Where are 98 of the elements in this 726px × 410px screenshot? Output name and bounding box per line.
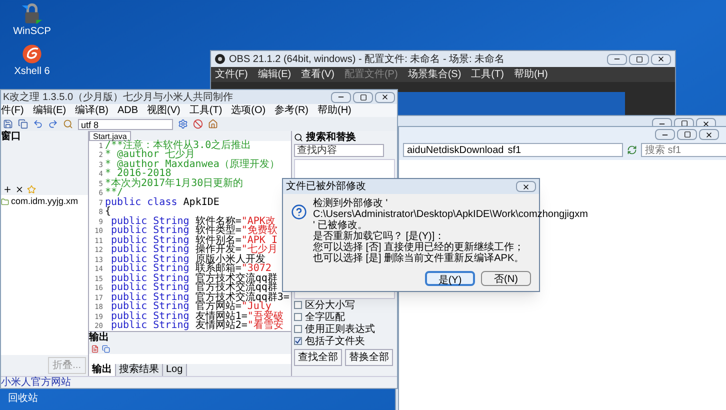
code-line: public String 友情网站2="看雪安 bbox=[110, 321, 284, 332]
code-comment: *本次为2017年1月30日更新的 bbox=[105, 178, 244, 189]
menu-item[interactable]: 帮助(H) bbox=[514, 67, 548, 82]
dialog-button[interactable]: 否(N) bbox=[481, 271, 531, 286]
search-icon[interactable] bbox=[63, 119, 73, 129]
dialog-message: C:\Users\Administrator\Desktop\ApkIDE\Work\comzhongjigxm bbox=[313, 209, 588, 220]
close-button[interactable] bbox=[516, 181, 536, 192]
code-line: { bbox=[105, 207, 112, 218]
checkbox-label: 包括子文件夹 bbox=[305, 334, 365, 348]
maximize-button[interactable] bbox=[353, 92, 373, 102]
document-icon[interactable] bbox=[91, 345, 99, 353]
delete-icon[interactable] bbox=[15, 184, 24, 194]
checkbox[interactable] bbox=[294, 313, 302, 321]
maximize-icon bbox=[360, 94, 366, 100]
stop-icon[interactable] bbox=[193, 119, 203, 129]
search-field[interactable]: 搜索 sf1 bbox=[641, 143, 726, 157]
search-action-button[interactable]: 替换全部 bbox=[345, 349, 393, 366]
code-comment: * @author 七少月 bbox=[105, 150, 196, 160]
checkbox-label: 全字匹配 bbox=[305, 310, 345, 324]
home-icon[interactable] bbox=[208, 119, 218, 129]
code-line: public class ApkIDE bbox=[105, 198, 220, 208]
folder-icon bbox=[1, 198, 9, 206]
window-title: OBS 21.1.2 (64bit, windows) - 配置文件: 未命名 - 场景: 未命名 bbox=[229, 52, 506, 66]
code-line: public String 原版小米人开发 bbox=[110, 254, 266, 265]
close-icon bbox=[657, 55, 665, 63]
menu-item[interactable]: 编译(B) bbox=[75, 103, 108, 118]
dialog-message: 也可以选择 [是] 删除当前文件重新反编译APK。 bbox=[313, 253, 526, 264]
panel-tab[interactable]: 搜索结果 bbox=[116, 364, 163, 376]
settings-icon[interactable] bbox=[178, 119, 188, 129]
panel-tab[interactable]: 输出 bbox=[89, 364, 116, 376]
panel-title: 输出 bbox=[89, 332, 110, 344]
menu-item[interactable]: 帮助(H) bbox=[318, 103, 352, 118]
editor-tab[interactable]: Start.java bbox=[89, 131, 131, 141]
save-icon[interactable] bbox=[3, 119, 13, 129]
close-icon bbox=[381, 93, 389, 101]
star-icon[interactable] bbox=[27, 184, 36, 194]
dialog-message: 您可以选择 [否] 直接使用已经的更新继续工作； bbox=[313, 242, 526, 253]
minimize-button[interactable] bbox=[607, 54, 627, 64]
panel-tab[interactable]: Log bbox=[163, 364, 187, 376]
menu-item[interactable]: 选项(O) bbox=[231, 103, 266, 118]
close-button[interactable] bbox=[699, 129, 719, 140]
spiral-shell-icon[interactable] bbox=[21, 43, 43, 65]
menu-item[interactable]: 编辑(E) bbox=[32, 103, 66, 118]
status-link[interactable]: 小米人官方网站 bbox=[1, 375, 71, 390]
dialog-button[interactable]: 是(Y) bbox=[425, 271, 475, 286]
dialog-message: 是否重新加载它吗？ [是(Y)]： bbox=[313, 231, 446, 242]
maximize-button[interactable] bbox=[677, 129, 697, 140]
menu-item[interactable]: ADB bbox=[117, 103, 138, 118]
close-icon bbox=[705, 130, 713, 138]
checkbox[interactable] bbox=[294, 325, 302, 333]
code-comment: **/ bbox=[105, 188, 124, 198]
padlock-icon[interactable] bbox=[21, 3, 43, 25]
app-logo-icon bbox=[215, 54, 225, 64]
path-segment[interactable]: sf1 bbox=[508, 142, 522, 158]
menu-item[interactable]: 工具(T) bbox=[471, 67, 504, 82]
desktop-icon-label: Xshell 6 bbox=[14, 66, 50, 77]
code-comment: * @author Maxdanwea（原理开发） bbox=[105, 160, 280, 170]
dialog-message: 检测到外部修改 ' bbox=[313, 198, 389, 209]
redo-icon[interactable] bbox=[48, 119, 58, 129]
menu-item[interactable]: 视图(V) bbox=[147, 103, 180, 118]
menu-item[interactable]: 参考(R) bbox=[274, 103, 308, 118]
menu-item[interactable]: 文件(F) bbox=[215, 67, 248, 82]
checkbox[interactable] bbox=[294, 337, 302, 345]
close-icon bbox=[702, 120, 710, 128]
desktop-icon-label: WinSCP bbox=[13, 26, 51, 37]
dialog-title: 文件已被外部修改 bbox=[286, 180, 367, 194]
copy-icon[interactable] bbox=[102, 345, 110, 353]
question-icon bbox=[291, 204, 307, 220]
path-segment[interactable]: aiduNetdiskDownload bbox=[407, 142, 504, 158]
window-title: K改之理 1.3.5.0（少月版）七少月与小米人共同制作 bbox=[3, 90, 234, 104]
maximize-button[interactable] bbox=[629, 54, 649, 64]
checkbox-label: 区分大小写 bbox=[305, 298, 355, 312]
menu-item[interactable]: 工具(T) bbox=[189, 103, 222, 118]
copy-icon[interactable] bbox=[18, 119, 28, 129]
desktop-icon-label: 回收站 bbox=[8, 392, 38, 406]
checkbox-label: 使用正则表达式 bbox=[305, 322, 375, 336]
address-bar[interactable]: aiduNetdiskDownload sf1 bbox=[403, 143, 623, 157]
menu-item[interactable]: 件(F) bbox=[1, 103, 24, 118]
code-line: public String 软件类型="免费软 bbox=[110, 226, 278, 236]
panel-title: 搜索和替换 bbox=[306, 130, 356, 145]
search-action-button[interactable]: 查找全部 bbox=[294, 349, 342, 366]
minimize-button[interactable] bbox=[331, 92, 351, 102]
minimize-button[interactable] bbox=[655, 129, 675, 140]
menu-item[interactable]: 编辑(E) bbox=[258, 67, 292, 82]
refresh-icon[interactable] bbox=[627, 145, 637, 155]
panel-title: 窗口 bbox=[1, 131, 22, 143]
close-button[interactable] bbox=[651, 54, 671, 64]
encoding-dropdown[interactable]: utf 8 bbox=[78, 118, 173, 130]
checkbox[interactable] bbox=[294, 301, 302, 309]
search-icon bbox=[294, 133, 303, 142]
dialog-message: ' 已被修改。 bbox=[313, 220, 368, 231]
maximize-icon bbox=[636, 56, 642, 62]
tree-item[interactable]: com.idm.yyjg.xm bbox=[11, 195, 78, 208]
menu-item[interactable]: 场景集合(S) bbox=[408, 67, 462, 82]
add-icon[interactable] bbox=[3, 184, 12, 194]
menu-item[interactable]: 查看(V) bbox=[301, 67, 334, 82]
undo-icon[interactable] bbox=[33, 119, 43, 129]
close-icon bbox=[522, 182, 530, 190]
